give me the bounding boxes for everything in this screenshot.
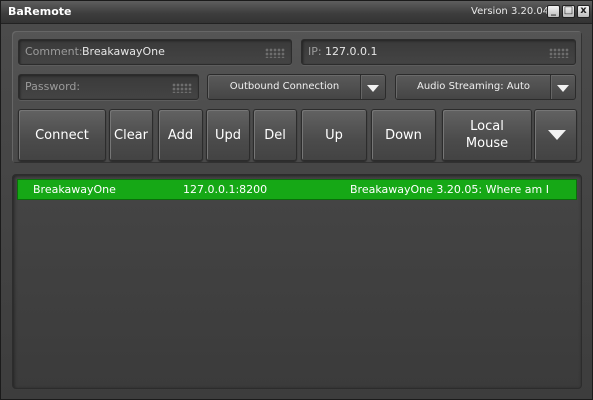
connection-type-value: Outbound Connection xyxy=(229,81,340,92)
local-mouse-label-line1: Local xyxy=(470,119,504,134)
comment-label: Comment: xyxy=(25,45,83,58)
local-mouse-button[interactable]: Local Mouse xyxy=(442,109,532,161)
window-title: BaRemote xyxy=(8,5,72,18)
delete-button[interactable]: Del xyxy=(253,109,297,161)
password-label: Password: xyxy=(25,80,81,93)
clear-button[interactable]: Clear xyxy=(109,109,153,161)
ip-value: 127.0.0.1 xyxy=(325,45,378,58)
connect-button[interactable]: Connect xyxy=(18,109,106,161)
close-icon: x xyxy=(580,5,587,16)
grip-dots-icon xyxy=(265,48,285,58)
comment-value: BreakawayOne xyxy=(82,45,165,58)
chevron-down-icon xyxy=(367,85,379,92)
grip-dots-icon xyxy=(549,48,569,58)
move-up-button[interactable]: Up xyxy=(301,109,367,161)
version-label: Version 3.20.04 xyxy=(471,6,550,17)
chevron-down-icon xyxy=(548,130,566,140)
connection-type-dropdown[interactable]: Outbound Connection xyxy=(207,74,386,100)
local-mouse-label-line2: Mouse xyxy=(465,136,509,151)
connection-info: BreakawayOne 3.20.05: Where am I xyxy=(350,183,549,196)
ip-field[interactable]: IP: 127.0.0.1 xyxy=(301,39,576,65)
minimize-icon: _ xyxy=(551,5,556,16)
table-row[interactable]: BreakawayOne 127.0.0.1:8200 BreakawayOne… xyxy=(17,179,577,200)
audio-streaming-value: Audio Streaming: Auto xyxy=(416,81,530,92)
grip-dots-icon xyxy=(172,83,192,93)
move-down-button[interactable]: Down xyxy=(371,109,436,161)
add-button[interactable]: Add xyxy=(158,109,203,161)
minimize-button[interactable]: _ xyxy=(547,5,560,18)
comment-field[interactable]: Comment: BreakawayOne xyxy=(18,39,292,65)
connection-address: 127.0.0.1:8200 xyxy=(183,183,268,196)
update-button[interactable]: Upd xyxy=(206,109,250,161)
title-bar[interactable]: BaRemote Version 3.20.04 _ □ x xyxy=(1,1,592,24)
options-menu-button[interactable] xyxy=(534,109,577,161)
close-button[interactable]: x xyxy=(577,5,590,18)
connection-list[interactable]: BreakawayOne 127.0.0.1:8200 BreakawayOne… xyxy=(12,174,582,389)
password-field[interactable]: Password: xyxy=(18,74,199,100)
app-window: BaRemote Version 3.20.04 _ □ x Comment: … xyxy=(0,0,593,400)
maximize-button[interactable]: □ xyxy=(562,5,575,18)
connection-name: BreakawayOne xyxy=(33,183,116,196)
chevron-down-icon xyxy=(557,85,569,92)
maximize-icon: □ xyxy=(563,5,574,16)
audio-streaming-dropdown[interactable]: Audio Streaming: Auto xyxy=(395,74,576,100)
audio-streaming-dropdown-button[interactable] xyxy=(550,75,575,99)
connection-type-dropdown-button[interactable] xyxy=(360,75,385,99)
ip-label: IP: xyxy=(308,45,322,58)
